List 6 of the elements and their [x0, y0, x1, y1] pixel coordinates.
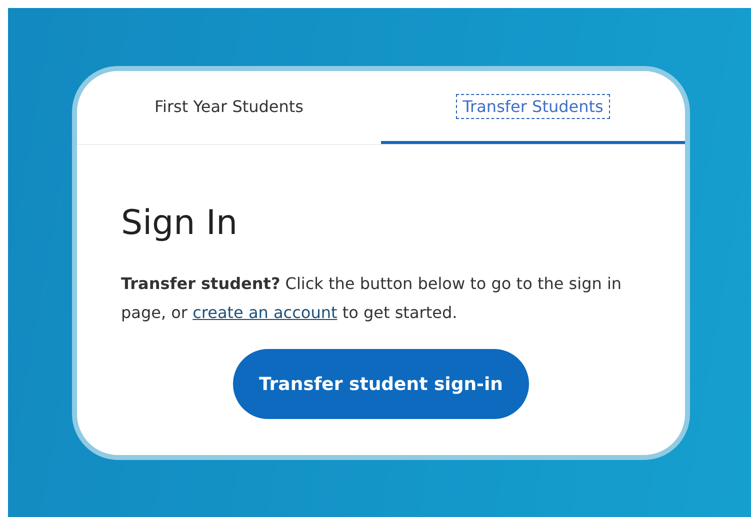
tab[interactable]: Transfer Students — [381, 71, 685, 144]
sign-in-button[interactable]: Transfer student sign-in — [233, 349, 529, 419]
create-account-link[interactable]: create an account — [192, 303, 338, 322]
message-text: Transfer student? Click the button below to go to the sign in page, or create an account to get started. — [121, 273, 623, 324]
heading: Sign In — [121, 203, 239, 243]
tab[interactable]: First Year Students — [77, 71, 381, 144]
